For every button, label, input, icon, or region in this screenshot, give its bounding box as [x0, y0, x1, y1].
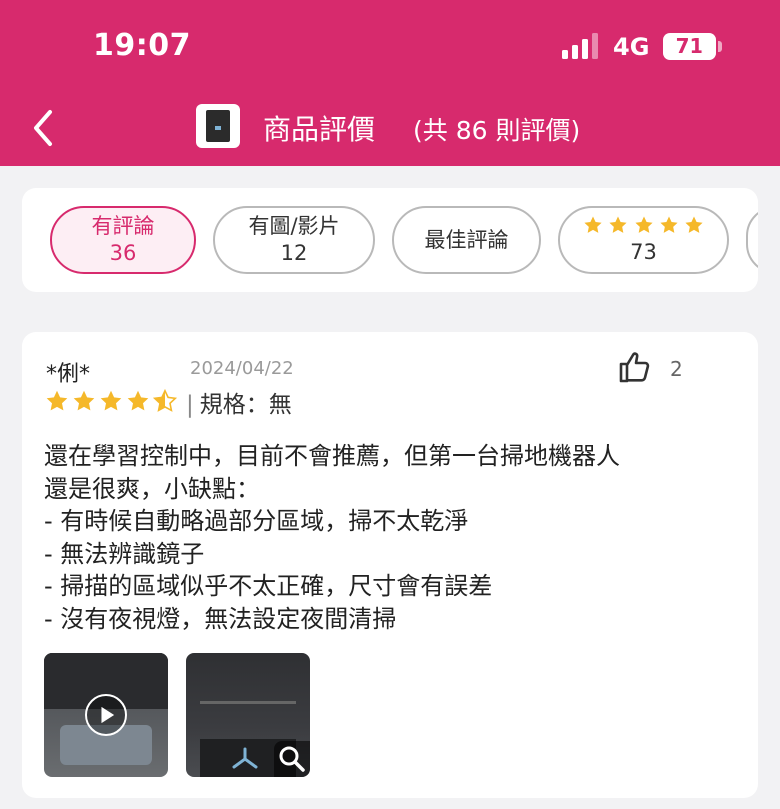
- filter-chip-best[interactable]: 最佳評論: [392, 206, 541, 274]
- filter-label: 最佳評論: [424, 228, 509, 252]
- star-icon: [609, 216, 627, 233]
- filter-count: 12: [280, 241, 308, 265]
- filter-chip-five-stars[interactable]: 73: [558, 206, 729, 274]
- battery-icon: 71: [663, 33, 716, 60]
- five-star-icons: [560, 214, 727, 238]
- page-title: 商品評價: [263, 113, 376, 146]
- signal-icon: [562, 33, 598, 59]
- product-thumbnail: [196, 104, 240, 148]
- review-text: 還在學習控制中，目前不會推薦，但第一台掃地機器人 還是很爽，小缺點： - 有時候…: [44, 442, 620, 633]
- network-type: 4G: [613, 33, 650, 61]
- battery-tip: [718, 41, 722, 52]
- filter-count: 73: [630, 240, 657, 264]
- star-rating: [44, 386, 180, 416]
- review-date: 2024/04/22: [190, 358, 294, 379]
- divider: |: [186, 392, 194, 418]
- app-header: 19:07 4G 71 商品評價 (共 86 則評價): [0, 0, 780, 166]
- filter-label: 有圖/影片: [248, 214, 340, 238]
- review-video-thumbnail[interactable]: [44, 653, 168, 777]
- star-icon: [584, 216, 602, 233]
- zoom-icon[interactable]: [274, 741, 310, 777]
- thumbs-up-icon[interactable]: [618, 350, 652, 384]
- review-photo-thumbnail[interactable]: [186, 653, 310, 777]
- reviewer-name: *俐*: [46, 362, 91, 387]
- filter-label: 有評論: [91, 214, 155, 238]
- robot-logo-icon: [232, 747, 258, 769]
- review-card: *俐* 2024/04/22 2 | 規格：無 還在學習控制中，目前不會推薦，但第…: [22, 332, 758, 798]
- battery-level: 71: [675, 34, 704, 58]
- star-icon: [685, 216, 703, 233]
- star-rating-icons: [46, 388, 178, 412]
- review-count: (共 86 則評價): [413, 116, 581, 145]
- status-time: 19:07: [93, 28, 191, 63]
- star-icon: [660, 216, 678, 233]
- like-count: 2: [670, 357, 683, 381]
- filter-chip-with-comments[interactable]: 有評論 36: [50, 206, 196, 274]
- back-button[interactable]: [28, 106, 64, 150]
- spec-value: 規格：無: [199, 392, 292, 418]
- filter-chip-with-media[interactable]: 有圖/影片 12: [213, 206, 375, 274]
- filter-count: 36: [109, 241, 137, 265]
- filter-chip-more[interactable]: [746, 206, 758, 274]
- spec-label: | 規格：無: [186, 385, 292, 419]
- star-icon: [634, 216, 653, 233]
- play-icon[interactable]: [85, 694, 127, 736]
- filter-bar: 有評論 36 有圖/影片 12 最佳評論 73: [22, 188, 758, 292]
